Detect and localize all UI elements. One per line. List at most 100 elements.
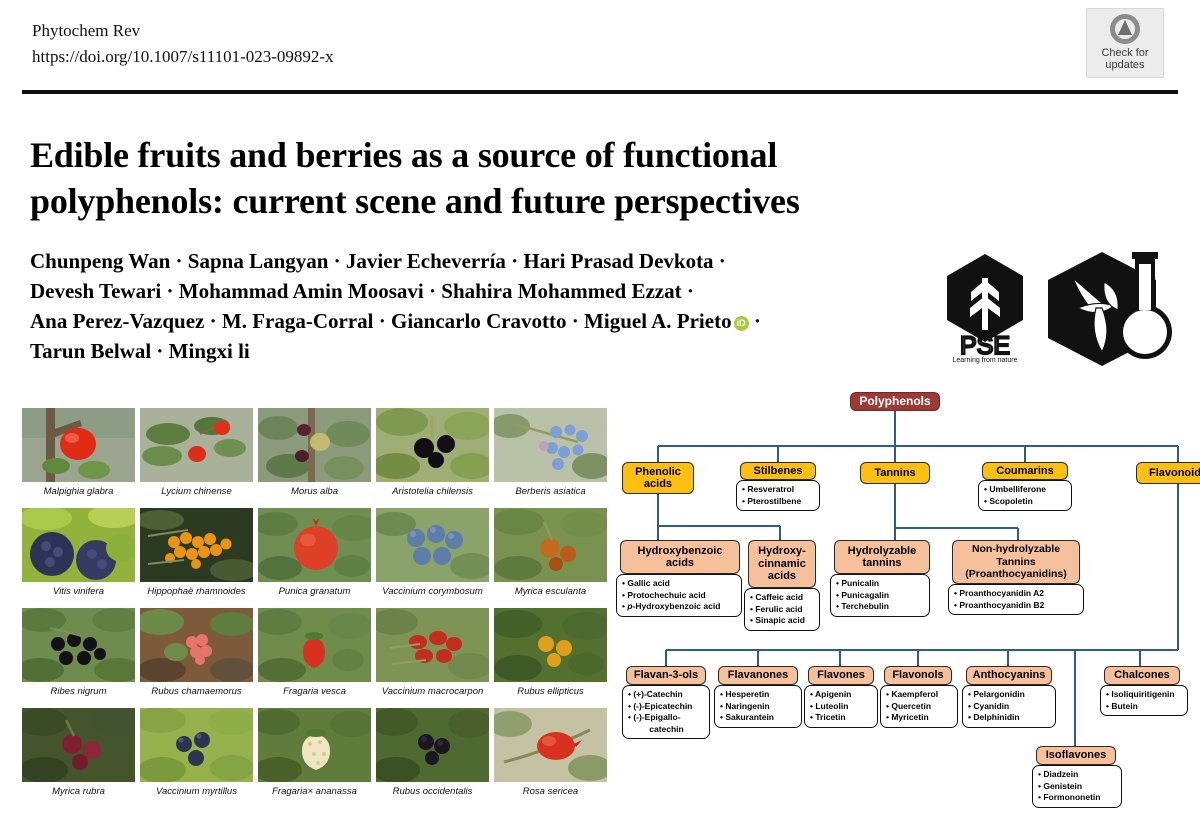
flow-node-label: Chalcones bbox=[1114, 669, 1170, 682]
doi-link[interactable]: https://doi.org/10.1007/s11101-023-09892… bbox=[32, 44, 334, 70]
flow-items-non-hydrolyzable-tannins: • Proanthocyanidin A2 • Proanthocyanidin… bbox=[948, 584, 1084, 615]
fruit-cell: Rosa sericea bbox=[494, 708, 607, 804]
flow-node-anthocyanins[interactable]: Anthocyanins bbox=[966, 666, 1052, 685]
fruit-photo-hippophae-rhamnoides bbox=[140, 508, 253, 582]
fruit-photo-ribes-nigrum bbox=[22, 608, 135, 682]
fruit-photo-myrica-esculanta bbox=[494, 508, 607, 582]
list-item: • p-Hydroxybenzoic acid bbox=[622, 601, 721, 611]
list-item: • Umbelliferone bbox=[984, 484, 1047, 494]
flow-items-flavones: • Apigenin • Luteolin • Tricetin bbox=[804, 685, 878, 728]
fruit-photo-myrica-rubra bbox=[22, 708, 135, 782]
polyphenol-classification-flowchart: Polyphenols Phenolic acids Stilbenes • R… bbox=[612, 388, 1200, 813]
flow-node-flavanones[interactable]: Flavanones bbox=[718, 666, 798, 685]
fruit-cell: Malpighia glabra bbox=[22, 408, 135, 504]
flow-node-isoflavones[interactable]: Isoflavones bbox=[1036, 746, 1116, 765]
flow-node-flavonols[interactable]: Flavonols bbox=[884, 666, 952, 685]
flow-node-hydroxycinnamic-acids[interactable]: Hydroxy-cinnamic acids bbox=[748, 540, 816, 588]
flow-node-flavonoids[interactable]: Flavonoids bbox=[1136, 462, 1200, 484]
fruit-caption: Ribes nigrum bbox=[50, 686, 107, 697]
fruit-cell: Myrica rubra bbox=[22, 708, 135, 804]
flow-node-stilbenes[interactable]: Stilbenes bbox=[740, 462, 816, 480]
fruit-photo-punica-granatum bbox=[258, 508, 371, 582]
fruit-cell: Rubus occidentalis bbox=[376, 708, 489, 804]
fruit-caption: Rubus chamaemorus bbox=[151, 686, 242, 697]
fruit-caption: Vaccinium macrocarpon bbox=[381, 686, 484, 697]
flow-node-label: Stilbenes bbox=[753, 464, 803, 477]
list-item: • Pterostilbene bbox=[742, 495, 802, 506]
list-item: • Caffeic acid bbox=[750, 592, 804, 602]
list-item: • Butein bbox=[1106, 700, 1138, 711]
journal-header: Phytochem Rev https://doi.org/10.1007/s1… bbox=[32, 18, 334, 70]
fruit-caption: Rosa sericea bbox=[522, 786, 579, 797]
check-updates-line1: Check for bbox=[1101, 47, 1149, 59]
fruit-caption: Aristotelia chilensis bbox=[392, 486, 473, 497]
orcid-icon[interactable]: iD bbox=[733, 316, 749, 331]
flow-node-label: Flavonols bbox=[892, 669, 944, 682]
fruit-photo-malpighia-glabra bbox=[22, 408, 135, 482]
flow-node-tannins[interactable]: Tannins bbox=[860, 462, 930, 484]
fruit-caption: Myrica rubra bbox=[52, 786, 105, 797]
check-for-updates-badge[interactable]: Check for updates bbox=[1086, 8, 1164, 78]
paper-page: Phytochem Rev https://doi.org/10.1007/s1… bbox=[0, 0, 1200, 818]
pse-logo: PSE Learning from nature bbox=[940, 252, 1030, 364]
list-item: • Formononetin bbox=[1038, 792, 1101, 802]
fruit-cell: Berberis asiatica bbox=[494, 408, 607, 504]
author-line-3-sep: · bbox=[753, 309, 761, 333]
flow-items-coumarins: • Umbelliferone • Scopoletin bbox=[978, 480, 1072, 511]
list-item: • Proanthocyanidin B2 bbox=[954, 599, 1045, 610]
list-item: • (+)-Catechin bbox=[628, 689, 683, 699]
fruit-cell: Myrica esculanta bbox=[494, 508, 607, 604]
list-item: • (-)-Epicatechin bbox=[628, 700, 693, 711]
flow-node-flavan-3-ols[interactable]: Flavan-3-ols bbox=[626, 666, 706, 685]
author-line-3: Ana Perez-Vazquez · M. Fraga-Corral · Gi… bbox=[30, 306, 920, 336]
list-item: • Sakurantein bbox=[720, 712, 774, 722]
fruit-caption: Fragaria vesca bbox=[283, 686, 346, 697]
list-item: • Kaempferol bbox=[886, 689, 939, 699]
flow-node-non-hydrolyzable-tannins[interactable]: Non-hydrolyzable Tannins (Proanthocyanidin… bbox=[952, 540, 1080, 584]
author-list: Chunpeng Wan · Sapna Langyan · Javier Ec… bbox=[30, 246, 920, 366]
flow-node-label: Hydrolyzable tannins bbox=[847, 544, 917, 570]
fruit-cell: Vaccinium corymbosum bbox=[376, 508, 489, 604]
flow-node-label: Tannins bbox=[874, 466, 916, 479]
flow-node-label: Flavanones bbox=[727, 669, 789, 682]
flow-node-polyphenols[interactable]: Polyphenols bbox=[850, 392, 940, 411]
flow-node-label: Flavones bbox=[817, 669, 865, 682]
list-item: • Diadzein bbox=[1038, 769, 1079, 779]
fruit-photo-aristotelia-chilensis bbox=[376, 408, 489, 482]
fruit-photo-rubus-ellipticus bbox=[494, 608, 607, 682]
author-line-3-text: Ana Perez-Vazquez · M. Fraga-Corral · Gi… bbox=[30, 309, 732, 333]
list-item: • Scopoletin bbox=[984, 495, 1033, 506]
fruit-caption: Rubus occidentalis bbox=[392, 786, 473, 797]
fruit-cell: Fragaria× ananassa bbox=[258, 708, 371, 804]
fruit-caption: Vaccinium corymbosum bbox=[382, 586, 483, 597]
flow-node-label: Anthocyanins bbox=[972, 669, 1046, 682]
flow-items-stilbenes: • Resveratrol • Pterostilbene bbox=[736, 480, 820, 511]
list-item: • Gallic acid bbox=[622, 578, 670, 588]
list-item: • Luteolin bbox=[810, 700, 849, 711]
flow-node-label: Hydroxy-cinnamic acids bbox=[758, 545, 806, 583]
list-item: • Isoliquiritigenin bbox=[1106, 689, 1175, 699]
fruit-caption: Morus alba bbox=[291, 486, 338, 497]
flow-node-coumarins[interactable]: Coumarins bbox=[982, 462, 1068, 480]
journal-name: Phytochem Rev bbox=[32, 21, 141, 40]
list-item: • Myricetin bbox=[886, 712, 929, 722]
list-item: • Delphinidin bbox=[968, 712, 1020, 722]
fruit-photo-lycium-chinense bbox=[140, 408, 253, 482]
fruit-cell: Fragaria vesca bbox=[258, 608, 371, 704]
flow-node-hydrolyzable-tannins[interactable]: Hydrolyzable tannins bbox=[834, 540, 930, 574]
pse-logo-tagline: Learning from nature bbox=[953, 357, 1018, 364]
fruit-photo-rosa-sericea bbox=[494, 708, 607, 782]
flow-node-phenolic-acids[interactable]: Phenolic acids bbox=[622, 462, 694, 494]
fruit-caption: Malpighia glabra bbox=[43, 486, 114, 497]
refresh-circle-icon bbox=[1110, 14, 1140, 44]
page-title: Edible fruits and berries as a source of… bbox=[30, 135, 800, 222]
flow-items-chalcones: • Isoliquiritigenin • Butein bbox=[1100, 685, 1188, 716]
flow-node-flavones[interactable]: Flavones bbox=[808, 666, 874, 685]
fruit-photo-fragaria-vesca bbox=[258, 608, 371, 682]
header-divider bbox=[22, 90, 1178, 94]
flow-node-chalcones[interactable]: Chalcones bbox=[1104, 666, 1180, 685]
fruit-caption: Vitis vinifera bbox=[52, 586, 105, 597]
flow-node-hydroxybenzoic-acids[interactable]: Hydroxybenzoic acids bbox=[620, 540, 740, 574]
author-line-1: Chunpeng Wan · Sapna Langyan · Javier Ec… bbox=[30, 249, 726, 273]
fruit-caption: Berberis asiatica bbox=[515, 486, 586, 497]
